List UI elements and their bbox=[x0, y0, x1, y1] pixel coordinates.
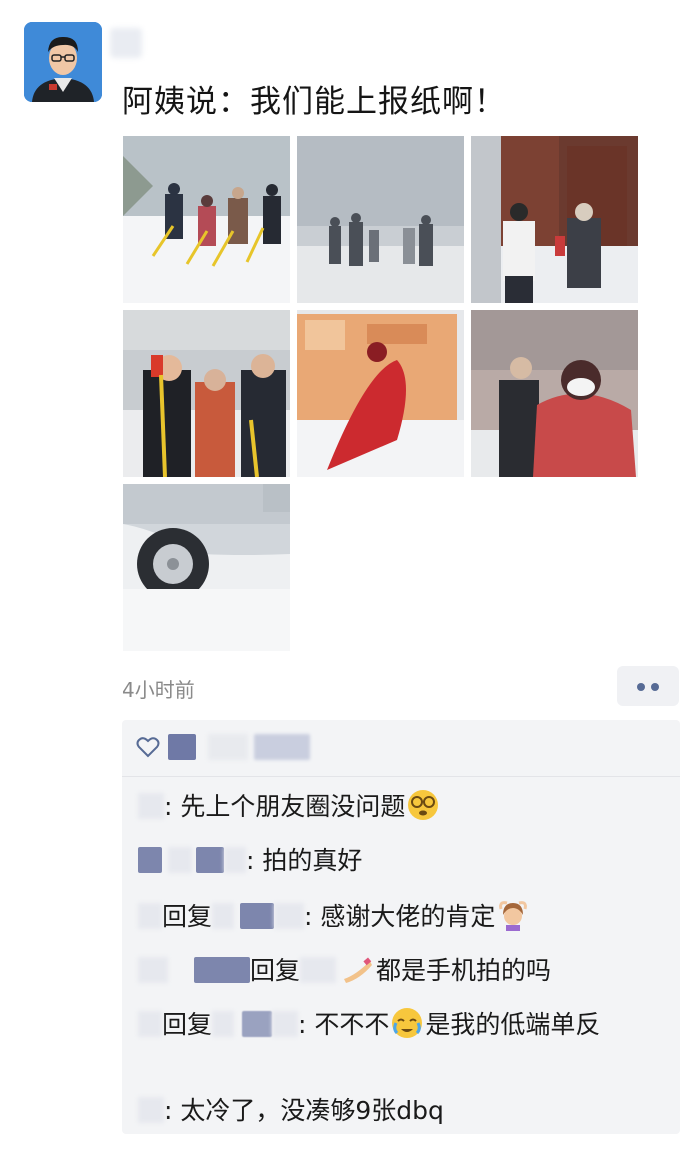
comment-text: 拍的真好 bbox=[254, 846, 363, 875]
reply-to-name[interactable] bbox=[212, 903, 235, 929]
reply-to-name[interactable] bbox=[212, 1011, 235, 1037]
comment-text: 不不不 bbox=[306, 1010, 390, 1039]
more-dots-icon bbox=[637, 683, 645, 691]
more-options-button[interactable] bbox=[617, 666, 679, 706]
red-coat-shoveling-photo bbox=[297, 310, 464, 477]
post-time: 4小时前 bbox=[122, 678, 195, 702]
user-avatar[interactable] bbox=[24, 22, 102, 102]
more-dots-icon bbox=[651, 683, 659, 691]
post-text: 阿姨说：我们能上报纸啊！ bbox=[122, 84, 506, 120]
reply-to-name[interactable] bbox=[240, 903, 275, 929]
photo-thumbnail[interactable] bbox=[123, 484, 290, 651]
crying-face-emoji bbox=[392, 1008, 423, 1038]
commenter-name[interactable] bbox=[168, 847, 192, 873]
snowstorm-walkers-photo bbox=[297, 136, 464, 303]
avatar-portrait bbox=[24, 22, 102, 102]
comment-item[interactable]: 回复: 感谢大佬的肯定 bbox=[138, 900, 658, 934]
reply-label: 回复 bbox=[250, 956, 301, 985]
username-redacted[interactable] bbox=[110, 28, 142, 58]
comment-text: 是我的低端单反 bbox=[425, 1010, 601, 1039]
comment-item[interactable]: : 太冷了，没凑够9张dbq bbox=[138, 1094, 658, 1128]
photo-thumbnail[interactable] bbox=[297, 136, 464, 303]
reply-label: 回复 bbox=[162, 902, 213, 931]
snow-shoveling-photo bbox=[123, 136, 290, 303]
comment-text: 都是手机拍的吗 bbox=[376, 956, 552, 985]
photo-thumbnail[interactable] bbox=[123, 310, 290, 477]
commenter-name[interactable] bbox=[224, 847, 246, 873]
liker-name[interactable] bbox=[254, 734, 310, 760]
commenter-name[interactable] bbox=[194, 957, 250, 983]
commenter-name[interactable] bbox=[138, 903, 162, 929]
commenter-name[interactable] bbox=[138, 1011, 162, 1037]
red-coat-woman-photo bbox=[471, 310, 638, 477]
reply-to-name[interactable] bbox=[300, 957, 337, 983]
likes-row bbox=[122, 720, 680, 776]
photo-thumbnail[interactable] bbox=[471, 310, 638, 477]
reply-to-name[interactable] bbox=[272, 1011, 299, 1037]
heart-icon bbox=[136, 737, 160, 758]
liker-name[interactable] bbox=[168, 734, 196, 760]
commenter-name[interactable] bbox=[138, 793, 164, 819]
photo-thumbnail[interactable] bbox=[471, 136, 638, 303]
comment-text: 感谢大佬的肯定 bbox=[312, 902, 496, 931]
reply-to-name[interactable] bbox=[242, 1011, 273, 1037]
reply-to-name[interactable] bbox=[274, 903, 305, 929]
reply-label: 回复 bbox=[162, 1010, 213, 1039]
nail-polish-emoji bbox=[344, 957, 373, 983]
comment-item[interactable]: : 拍的真好 bbox=[138, 844, 658, 878]
photo-thumbnail[interactable] bbox=[297, 310, 464, 477]
comment-item[interactable]: 回复 都是手机拍的吗 bbox=[138, 954, 658, 988]
dizzy-face-emoji bbox=[408, 790, 439, 820]
comment-text: 太冷了，没凑够9张dbq bbox=[172, 1096, 444, 1125]
car-wheel-snow-photo bbox=[123, 484, 290, 651]
commenter-name[interactable] bbox=[196, 847, 224, 873]
comment-item[interactable]: : 先上个朋友圈没问题 bbox=[138, 790, 658, 824]
commenter-name[interactable] bbox=[138, 1097, 164, 1123]
commenter-name[interactable] bbox=[138, 847, 162, 873]
photo-grid bbox=[123, 136, 638, 651]
comment-text: 先上个朋友圈没问题 bbox=[172, 792, 406, 821]
liker-name[interactable] bbox=[208, 734, 248, 760]
doorway-women-photo bbox=[471, 136, 638, 303]
photo-thumbnail[interactable] bbox=[123, 136, 290, 303]
commenter-name[interactable] bbox=[138, 957, 168, 983]
likes-comments-panel: : 先上个朋友圈没问题 : 拍的真好 回复: 感谢大佬的肯定 回复 都是手机拍的… bbox=[122, 720, 680, 1134]
woman-gesturing-ok-emoji bbox=[499, 901, 528, 931]
comment-item[interactable]: 回复: 不不不 是我的低端单反 bbox=[138, 1008, 658, 1042]
group-with-shovels-photo bbox=[123, 310, 290, 477]
panel-divider bbox=[122, 776, 680, 777]
